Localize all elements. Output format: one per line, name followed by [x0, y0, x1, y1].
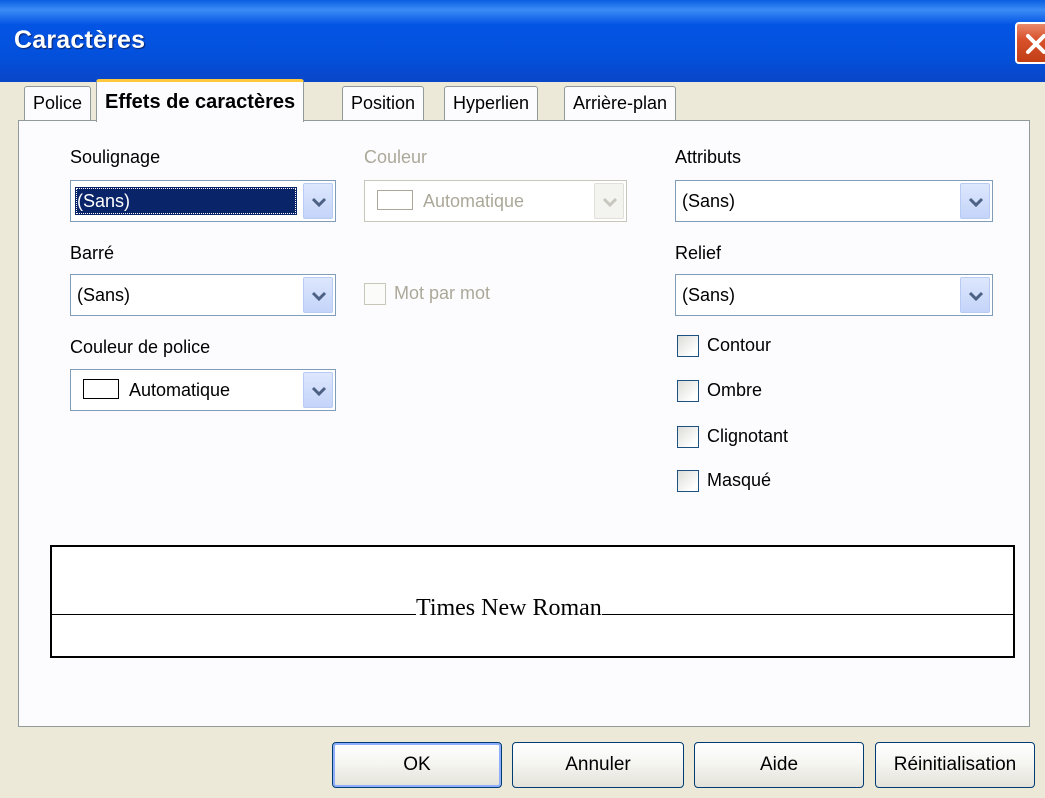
dropdown-button[interactable] [303, 183, 333, 219]
reinitialisation-button[interactable]: Réinitialisation [875, 742, 1035, 788]
tab-label: Hyperlien [453, 93, 530, 113]
tab-police[interactable]: Police [24, 86, 92, 120]
relief-value: (Sans) [682, 285, 736, 305]
soulignage-label: Soulignage [70, 147, 161, 167]
ok-button[interactable]: OK [332, 742, 502, 788]
barre-label: Barré [70, 243, 115, 263]
dropdown-button[interactable] [960, 183, 990, 219]
dropdown-button[interactable] [960, 277, 990, 313]
clignotant-label: Clignotant [707, 426, 789, 446]
tab-label: Position [351, 93, 416, 113]
tab-hyperlien[interactable]: Hyperlien [444, 86, 539, 120]
couleur-text: Automatique [423, 191, 525, 211]
barre-value: (Sans) [77, 285, 131, 305]
color-swatch [377, 190, 413, 211]
tab-effets-de-caracteres[interactable]: Effets de caractères [96, 79, 305, 122]
tab-label: Arrière-plan [573, 93, 668, 113]
dialog-window: Caractères Police Effets de caractères P… [0, 0, 1045, 798]
relief-label: Relief [675, 243, 722, 263]
chevron-down-icon [602, 197, 618, 208]
dropdown-button[interactable] [594, 183, 624, 219]
close-button[interactable] [1015, 22, 1045, 64]
couleur-de-police-text: Automatique [129, 380, 231, 400]
preview-text: Times New Roman [416, 595, 602, 621]
color-swatch [83, 379, 119, 400]
tab-label: Police [33, 93, 83, 113]
attributs-value: (Sans) [682, 191, 736, 211]
ombre-label: Ombre [707, 380, 763, 400]
relief-select[interactable]: (Sans) [675, 274, 993, 316]
title-bar[interactable]: Caractères [0, 0, 1045, 82]
mot-par-mot-label: Mot par mot [394, 283, 491, 303]
annuler-button[interactable]: Annuler [512, 742, 684, 788]
contour-label: Contour [707, 335, 772, 355]
checkbox-box[interactable] [677, 470, 699, 492]
tab-panel: Soulignage (Sans) Barré (Sans) Couleur d… [18, 120, 1030, 727]
dropdown-button[interactable] [303, 372, 333, 408]
window-title: Caractères [14, 26, 146, 54]
masque-label: Masqué [707, 470, 772, 490]
preview-box: Times New Roman [50, 545, 1015, 658]
couleur-value: Automatique [375, 187, 524, 215]
checkbox-box[interactable] [364, 283, 386, 305]
chevron-down-icon [311, 291, 327, 302]
chevron-down-icon [968, 197, 984, 208]
dropdown-button[interactable] [303, 277, 333, 313]
checkbox-box[interactable] [677, 426, 699, 448]
tab-arriere-plan[interactable]: Arrière-plan [564, 86, 677, 120]
attributs-select[interactable]: (Sans) [675, 180, 993, 222]
tab-position[interactable]: Position [342, 86, 425, 120]
aide-button[interactable]: Aide [694, 742, 864, 788]
chevron-down-icon [968, 291, 984, 302]
checkbox-box[interactable] [677, 335, 699, 357]
chevron-down-icon [311, 197, 327, 208]
checkbox-box[interactable] [677, 380, 699, 402]
couleur-de-police-select[interactable]: Automatique [70, 369, 336, 411]
couleur-label: Couleur [364, 147, 428, 167]
couleur-de-police-label: Couleur de police [70, 337, 211, 357]
couleur-de-police-value: Automatique [81, 376, 230, 404]
barre-select[interactable]: (Sans) [70, 274, 336, 316]
tab-label: Effets de caractères [105, 91, 296, 113]
attributs-label: Attributs [675, 147, 742, 167]
soulignage-value: (Sans) [75, 187, 297, 215]
close-icon [1026, 34, 1045, 54]
soulignage-select[interactable]: (Sans) [70, 180, 336, 222]
couleur-select[interactable]: Automatique [364, 180, 627, 222]
chevron-down-icon [311, 386, 327, 397]
